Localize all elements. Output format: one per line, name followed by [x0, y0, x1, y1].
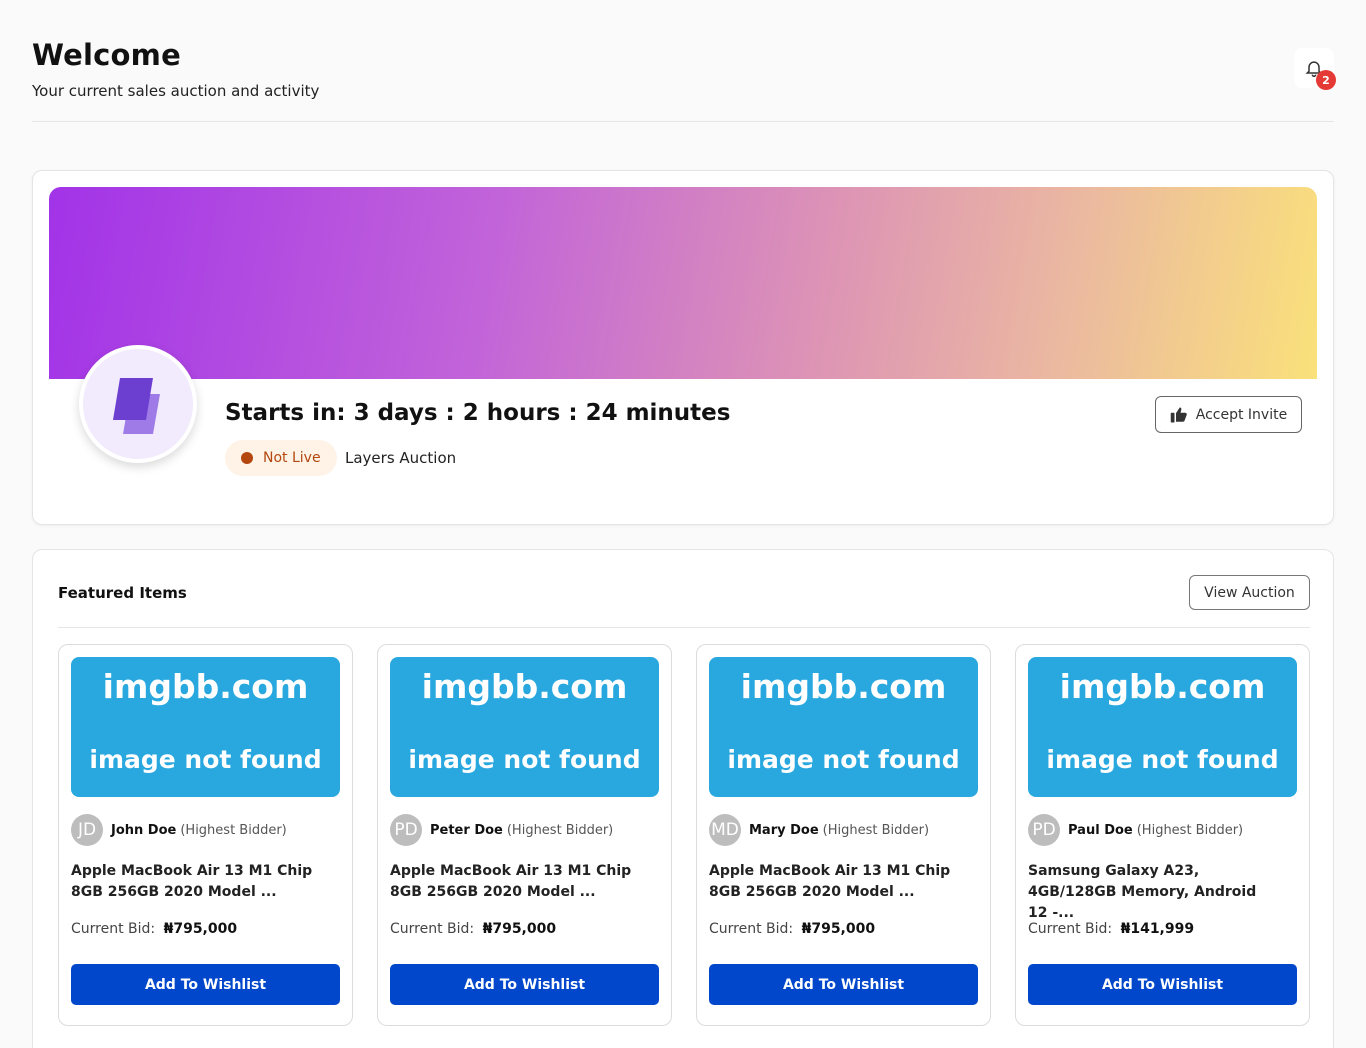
- avatar: PD: [390, 814, 422, 846]
- bid-label: Current Bid:: [709, 921, 794, 937]
- item-image-line2: image not found: [727, 745, 960, 774]
- auction-banner: [49, 187, 1317, 379]
- layers-logo-icon: [113, 378, 160, 434]
- notifications-button[interactable]: 2: [1294, 48, 1336, 90]
- thumbs-up-icon: [1170, 407, 1187, 422]
- bidder-name: Paul Doe: [1068, 822, 1133, 838]
- bid-value: ₦795,000: [801, 921, 876, 937]
- item-card: imgbb.com image not found PD Peter Doe (…: [377, 644, 672, 1026]
- item-image-line1: imgbb.com: [421, 667, 628, 706]
- item-image-line2: image not found: [408, 745, 641, 774]
- auction-card: Starts in: 3 days : 2 hours : 24 minutes…: [32, 170, 1334, 525]
- item-image: imgbb.com image not found: [1028, 657, 1297, 797]
- auction-countdown: Starts in: 3 days : 2 hours : 24 minutes: [225, 400, 731, 426]
- accept-invite-button[interactable]: Accept Invite: [1155, 396, 1302, 433]
- current-bid: Current Bid: ₦795,000: [390, 921, 556, 937]
- item-card: imgbb.com image not found PD Paul Doe (H…: [1015, 644, 1310, 1026]
- item-image: imgbb.com image not found: [71, 657, 340, 797]
- item-image-line2: image not found: [89, 745, 322, 774]
- item-image-line1: imgbb.com: [1059, 667, 1266, 706]
- bidder-role: (Highest Bidder): [180, 822, 287, 838]
- bidder-name: Peter Doe: [430, 822, 503, 838]
- bidder: JD John Doe (Highest Bidder): [71, 814, 287, 846]
- current-bid: Current Bid: ₦795,000: [709, 921, 875, 937]
- status-label: Not Live: [263, 450, 321, 466]
- page-header: Welcome Your current sales auction and a…: [32, 38, 1336, 122]
- item-image: imgbb.com image not found: [390, 657, 659, 797]
- bidder-role: (Highest Bidder): [1136, 822, 1244, 838]
- item-card: imgbb.com image not found MD Mary Doe (H…: [696, 644, 991, 1026]
- page-title: Welcome: [32, 38, 181, 72]
- page-subtitle: Your current sales auction and activity: [32, 82, 320, 100]
- item-image: imgbb.com image not found: [709, 657, 978, 797]
- avatar: MD: [709, 814, 741, 846]
- bid-value: ₦795,000: [482, 921, 557, 937]
- bidder: MD Mary Doe (Highest Bidder): [709, 814, 930, 846]
- item-title: Apple MacBook Air 13 M1 Chip 8GB 256GB 2…: [709, 863, 951, 900]
- bidder-role: (Highest Bidder): [822, 822, 930, 838]
- divider: [58, 627, 1310, 628]
- accept-invite-label: Accept Invite: [1195, 406, 1288, 423]
- item-card: imgbb.com image not found JD John Doe (H…: [58, 644, 353, 1026]
- add-to-wishlist-button[interactable]: Add To Wishlist: [1028, 964, 1297, 1005]
- current-bid: Current Bid: ₦795,000: [71, 921, 237, 937]
- bidder-name: John Doe: [111, 822, 177, 838]
- avatar: PD: [1028, 814, 1060, 846]
- status-dot: [241, 452, 253, 464]
- featured-items-title: Featured Items: [58, 584, 187, 602]
- item-image-line1: imgbb.com: [102, 667, 309, 706]
- bid-value: ₦795,000: [163, 921, 238, 937]
- bidder-role: (Highest Bidder): [506, 822, 614, 838]
- bid-label: Current Bid:: [71, 921, 156, 937]
- bid-label: Current Bid:: [1028, 921, 1113, 937]
- status-badge: Not Live: [225, 440, 337, 476]
- item-title: Apple MacBook Air 13 M1 Chip 8GB 256GB 2…: [71, 863, 313, 900]
- auction-logo: [79, 345, 197, 463]
- notification-count-badge: 2: [1316, 70, 1336, 90]
- add-to-wishlist-button[interactable]: Add To Wishlist: [390, 964, 659, 1005]
- bid-value: ₦141,999: [1120, 921, 1195, 937]
- add-to-wishlist-button[interactable]: Add To Wishlist: [71, 964, 340, 1005]
- item-title: Apple MacBook Air 13 M1 Chip 8GB 256GB 2…: [390, 863, 632, 900]
- featured-items-card: Featured Items View Auction imgbb.com im…: [32, 549, 1334, 1048]
- bidder-name: Mary Doe: [749, 822, 819, 838]
- bid-label: Current Bid:: [390, 921, 475, 937]
- add-to-wishlist-button[interactable]: Add To Wishlist: [709, 964, 978, 1005]
- bidder: PD Paul Doe (Highest Bidder): [1028, 814, 1244, 846]
- item-image-line2: image not found: [1046, 745, 1279, 774]
- item-title: Samsung Galaxy A23, 4GB/128GB Memory, An…: [1028, 863, 1257, 921]
- bidder: PD Peter Doe (Highest Bidder): [390, 814, 614, 846]
- avatar: JD: [71, 814, 103, 846]
- item-image-line1: imgbb.com: [740, 667, 947, 706]
- view-auction-button[interactable]: View Auction: [1189, 575, 1310, 610]
- current-bid: Current Bid: ₦141,999: [1028, 921, 1194, 937]
- auction-name: Layers Auction: [345, 449, 457, 467]
